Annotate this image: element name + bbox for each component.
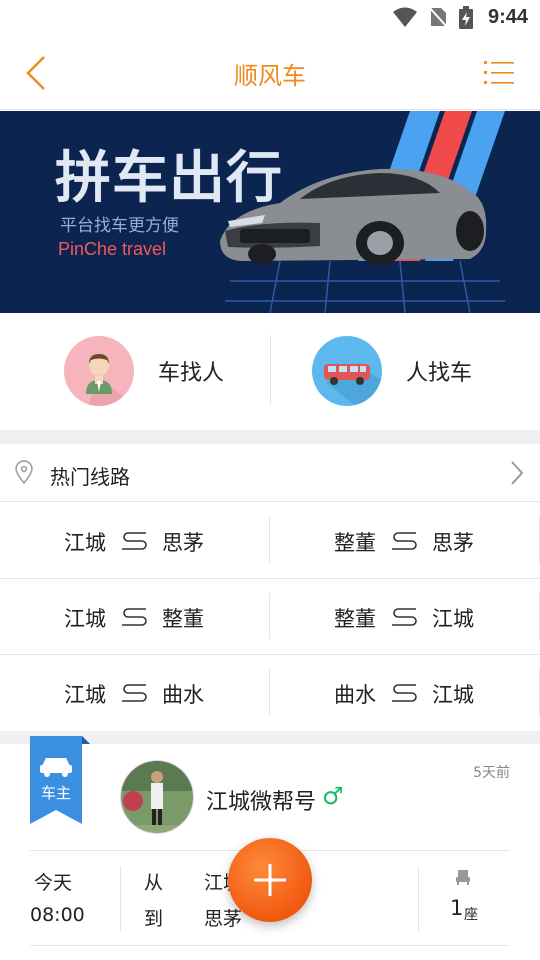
clock: 9:44	[487, 6, 528, 28]
route-arrow-icon	[392, 684, 417, 702]
route-from: 整董	[334, 531, 376, 555]
route-from: 江城	[64, 683, 106, 707]
no-sim-icon	[428, 6, 448, 28]
route-to: 江城	[432, 683, 474, 707]
route-to: 江城	[432, 607, 474, 631]
plus-icon	[254, 864, 286, 896]
divider	[270, 335, 271, 405]
page-title: 顺风车	[234, 62, 306, 90]
route-arrow-icon	[122, 608, 147, 626]
route-row: 江城 整董 整董 江城	[0, 579, 540, 655]
hot-routes-title: 热门线路	[50, 465, 130, 489]
route-from: 整董	[334, 607, 376, 631]
banner-subtitle-cn: 平台找车更方便	[60, 216, 179, 236]
people-find-car-label: 人找车	[406, 361, 473, 386]
route-to: 思茅	[162, 531, 204, 555]
male-gender-icon: ♂	[322, 782, 344, 810]
post-time-ago: 5天前	[473, 765, 510, 781]
battery-charging-icon	[459, 6, 473, 29]
divider	[120, 866, 121, 932]
list-menu-icon[interactable]	[484, 58, 514, 88]
promo-banner[interactable]: 拼车出行 平台找车更方便 PinChe travel	[0, 111, 540, 313]
car-icon	[312, 336, 382, 406]
route-item[interactable]: 曲水 江城	[270, 655, 540, 731]
route-from: 曲水	[334, 683, 376, 707]
route-to: 曲水	[162, 683, 204, 707]
divider	[30, 945, 510, 946]
section-gap	[0, 430, 540, 444]
app-header: 顺风车	[0, 36, 540, 110]
trip-time: 08:00	[30, 904, 85, 926]
hot-routes-header[interactable]: 热门线路	[0, 444, 540, 502]
route-arrow-icon	[122, 684, 147, 702]
seat-count: 1	[450, 896, 464, 920]
chevron-right-icon	[511, 461, 524, 485]
car-find-people-label: 车找人	[158, 361, 225, 386]
trip-day: 今天	[34, 872, 73, 894]
route-arrow-icon	[392, 608, 417, 626]
route-arrow-icon	[392, 532, 417, 550]
route-row: 江城 思茅 整董 思茅	[0, 503, 540, 579]
to-label: 到	[144, 908, 164, 930]
banner-subtitle-en: PinChe travel	[58, 239, 167, 259]
route-item[interactable]: 整董 思茅	[270, 503, 540, 579]
people-find-car-button[interactable]: 人找车	[312, 335, 472, 407]
route-to: 整董	[162, 607, 204, 631]
routes-grid: 江城 思茅 整董 思茅 江城 整董 整董 江城 江城 曲水 曲水 江城	[0, 503, 540, 731]
quick-actions: 车找人 人找车	[0, 313, 540, 430]
route-item[interactable]: 江城 思茅	[0, 503, 270, 579]
route-item[interactable]: 江城 曲水	[0, 655, 270, 731]
driver-person-icon	[64, 336, 134, 406]
add-trip-button[interactable]	[228, 838, 312, 922]
location-pin-icon	[15, 460, 33, 484]
route-item[interactable]: 整董 江城	[270, 579, 540, 655]
seat-icon	[456, 870, 470, 885]
from-label: 从	[144, 872, 164, 894]
route-row: 江城 曲水 曲水 江城	[0, 655, 540, 731]
role-tag-label: 车主	[40, 784, 71, 802]
divider	[418, 866, 419, 932]
route-to: 思茅	[432, 531, 474, 555]
route-arrow-icon	[122, 532, 147, 550]
role-tag: 车主	[30, 736, 90, 824]
route-from: 江城	[64, 607, 106, 631]
status-bar: 9:44	[0, 0, 540, 36]
seat-unit: 座	[464, 907, 478, 923]
route-item[interactable]: 江城 整董	[0, 579, 270, 655]
banner-headline: 拼车出行	[55, 146, 283, 211]
route-from: 江城	[64, 531, 106, 555]
avatar[interactable]	[120, 760, 194, 834]
car-find-people-button[interactable]: 车找人	[64, 335, 224, 407]
username: 江城微帮号	[206, 790, 317, 815]
to-location: 思茅	[204, 908, 243, 930]
wifi-icon	[393, 7, 417, 27]
